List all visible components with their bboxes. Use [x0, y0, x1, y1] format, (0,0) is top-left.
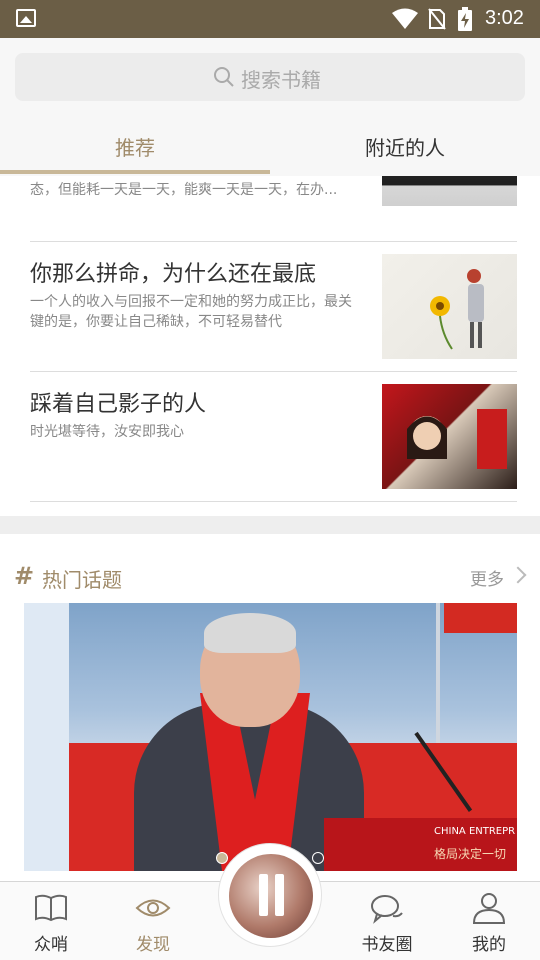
- speaker-hair: [204, 613, 296, 653]
- chevron-right-icon[interactable]: [509, 566, 527, 584]
- status-bar: 3:02: [0, 0, 540, 38]
- no-sim-icon: [428, 8, 446, 30]
- nav-item-zhongshao[interactable]: 众哨: [6, 882, 96, 960]
- sunflower-girl-illustration: [430, 269, 484, 350]
- movie-poster-image: [407, 409, 507, 469]
- battery-charging-icon: [458, 7, 472, 31]
- eye-icon: [135, 899, 171, 917]
- wifi-icon: [392, 8, 418, 29]
- more-link[interactable]: 更多: [470, 565, 504, 590]
- chat-bubbles-icon: [371, 895, 403, 924]
- nav-item-discover[interactable]: 发现: [108, 882, 198, 960]
- book-icon: [35, 894, 67, 922]
- list-item[interactable]: 踩着自己影子的人 时光堪等待，汝安即我心: [30, 372, 517, 502]
- active-tab-indicator: [0, 170, 270, 174]
- nav-label: 书友圈: [361, 935, 413, 955]
- carousel-dot[interactable]: [312, 852, 324, 864]
- hash-icon: #: [14, 562, 35, 590]
- article-thumbnail: [382, 254, 517, 359]
- article-thumbnail: [382, 384, 517, 489]
- list-item[interactable]: 你那么拼命，为什么还在最底 一个人的收入与回报不一定和她的努力成正比，最关键的是…: [30, 242, 517, 372]
- article-thumbnail: [382, 176, 517, 206]
- clock: 3:02: [485, 7, 524, 29]
- tab-nearby-people[interactable]: 附近的人: [270, 128, 540, 176]
- album-art-disc: [229, 854, 313, 938]
- article-title: 踩着自己影子的人: [30, 392, 207, 417]
- now-playing-button[interactable]: [218, 843, 322, 947]
- tab-bar: 推荐 附近的人: [0, 128, 540, 176]
- section-divider: [0, 516, 540, 534]
- banner-flag: [444, 603, 517, 633]
- search-bar[interactable]: 搜索书籍: [15, 53, 525, 101]
- nav-label: 发现: [136, 935, 170, 955]
- podium-text-en: CHINA ENTREPR: [434, 826, 516, 837]
- banner-side-panel: [24, 603, 69, 871]
- article-summary: 一个人的收入与回报不一定和她的努力成正比，最关键的是，你要让自己稀缺，不可轻易替…: [30, 294, 352, 330]
- user-icon: [472, 893, 506, 924]
- search-icon: [214, 67, 234, 87]
- article-summary: 态，但能耗一天是一天，能爽一天是一天，在办...: [30, 182, 338, 198]
- header: 搜索书籍 推荐 附近的人: [0, 38, 540, 176]
- pause-icon: [259, 874, 268, 916]
- search-placeholder: 搜索书籍: [241, 68, 321, 92]
- article-title: 你那么拼命，为什么还在最底: [30, 262, 317, 287]
- gallery-notification-icon: [16, 9, 36, 27]
- list-item[interactable]: 态，但能耗一天是一天，能爽一天是一天，在办...: [30, 176, 517, 242]
- nav-label: 众哨: [34, 935, 68, 955]
- carousel-dot-active[interactable]: [216, 852, 228, 864]
- nav-item-book-friends[interactable]: 书友圈: [342, 882, 432, 960]
- hot-topics-section: # 热门话题 更多 CHINA ENTREPR 格局决定一切: [0, 534, 540, 880]
- article-summary: 时光堪等待，汝安即我心: [30, 424, 184, 440]
- section-title: 热门话题: [42, 568, 122, 592]
- pause-icon: [275, 874, 284, 916]
- nav-item-mine[interactable]: 我的: [444, 882, 534, 960]
- tab-recommended[interactable]: 推荐: [0, 128, 270, 176]
- nav-label: 我的: [472, 935, 506, 955]
- topic-banner[interactable]: CHINA ENTREPR 格局决定一切: [24, 603, 517, 871]
- article-list: 态，但能耗一天是一天，能爽一天是一天，在办... 你那么拼命，为什么还在最底 一…: [0, 176, 540, 516]
